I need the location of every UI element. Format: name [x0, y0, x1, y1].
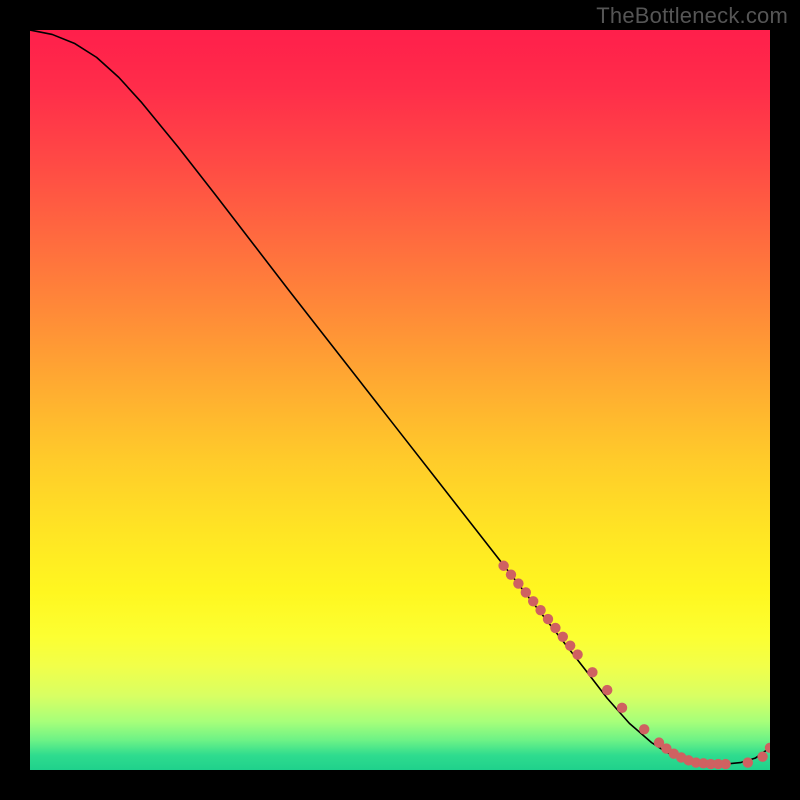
plot-area: [30, 30, 770, 770]
highlight-point: [602, 685, 612, 695]
highlight-point: [543, 614, 553, 624]
highlight-point: [550, 623, 560, 633]
highlight-point: [513, 578, 523, 588]
highlight-point: [528, 596, 538, 606]
highlight-point: [498, 561, 508, 571]
chart-stage: TheBottleneck.com: [0, 0, 800, 800]
highlight-point: [572, 649, 582, 659]
highlight-point: [521, 587, 531, 597]
highlight-point: [558, 632, 568, 642]
highlight-point: [639, 724, 649, 734]
highlight-point: [617, 703, 627, 713]
highlight-points-group: [498, 561, 770, 770]
highlight-point: [587, 667, 597, 677]
highlight-point: [535, 605, 545, 615]
plot-overlay-svg: [30, 30, 770, 770]
bottleneck-curve: [30, 30, 770, 764]
highlight-point: [743, 757, 753, 767]
highlight-point: [565, 640, 575, 650]
highlight-point: [720, 759, 730, 769]
watermark-text: TheBottleneck.com: [596, 3, 788, 29]
highlight-point: [757, 751, 767, 761]
highlight-point: [506, 569, 516, 579]
